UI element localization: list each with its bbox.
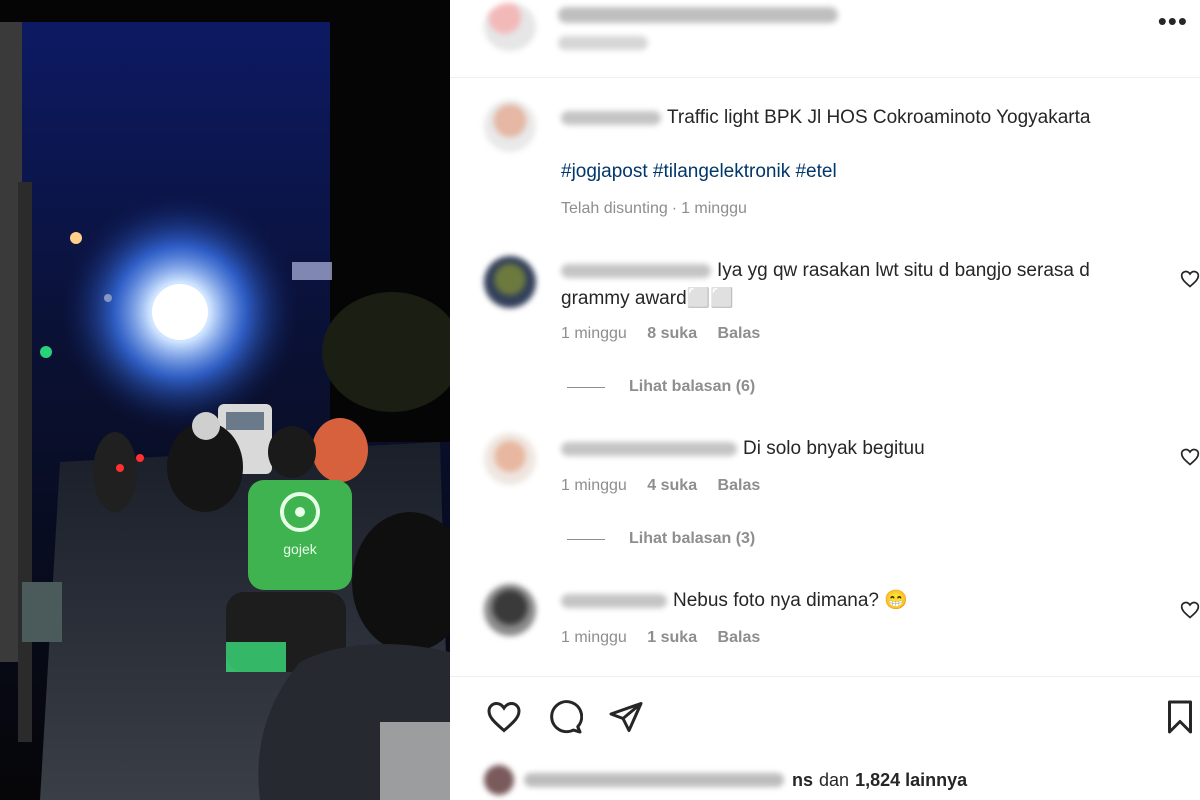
comment-icon[interactable] <box>547 699 583 735</box>
send-icon[interactable] <box>608 699 644 735</box>
author-avatar[interactable] <box>484 3 536 51</box>
traffic-scene-image: gojek <box>0 22 450 800</box>
comment-time: 1 minggu <box>561 477 627 494</box>
comment-time: 1 minggu <box>561 325 627 342</box>
reply-button[interactable]: Balas <box>718 477 761 494</box>
comment-username[interactable] <box>561 441 737 456</box>
caption-meta: Telah disunting · 1 minggu <box>561 200 763 218</box>
comment-likes[interactable]: 4 suka <box>647 477 697 494</box>
comment-username[interactable] <box>561 263 711 278</box>
comment-heart-icon[interactable] <box>1180 447 1200 467</box>
more-icon[interactable]: ••• <box>1158 8 1188 34</box>
comment-text-line: Di solo bnyak begituu <box>561 435 925 463</box>
liker-username <box>524 773 784 787</box>
meta-separator: · <box>671 200 678 217</box>
caption-time: 1 minggu <box>681 200 747 217</box>
author-username[interactable] <box>558 7 838 23</box>
liked-by-summary[interactable]: ns dan 1,824 lainnya <box>484 765 967 795</box>
caption-avatar[interactable] <box>484 100 536 152</box>
comment-avatar[interactable] <box>484 256 536 308</box>
view-replies-button[interactable]: Lihat balasan (3) <box>567 530 755 548</box>
reply-button[interactable]: Balas <box>718 325 761 342</box>
comment-time: 1 minggu <box>561 629 627 646</box>
comment-meta: 1 minggu 8 suka Balas <box>561 325 776 343</box>
comment-text: Iya yg qw rasakan lwt situ d bangjo sera… <box>717 260 1090 281</box>
reply-button[interactable]: Balas <box>718 629 761 646</box>
view-replies-button[interactable]: Lihat balasan (6) <box>567 378 755 396</box>
view-replies-label: Lihat balasan (3) <box>629 530 756 547</box>
comment-avatar[interactable] <box>484 584 536 636</box>
liker-name-suffix: ns <box>792 769 814 790</box>
edited-label: Telah disunting <box>561 200 668 217</box>
comment-heart-icon[interactable] <box>1180 600 1200 620</box>
svg-text:gojek: gojek <box>283 541 317 557</box>
comment-meta: 1 minggu 1 suka Balas <box>561 629 776 647</box>
comment-text-line2: grammy award⬜⬜ <box>561 288 734 309</box>
post-media[interactable]: gojek <box>0 0 450 800</box>
media-top-bar <box>0 0 450 22</box>
heart-icon[interactable] <box>486 699 522 735</box>
liked-by-others[interactable]: 1,824 lainnya <box>855 770 967 791</box>
comment-likes[interactable]: 1 suka <box>647 629 697 646</box>
comment-text: Nebus foto nya dimana? 😁 <box>673 590 908 611</box>
comment-text-line: Iya yg qw rasakan lwt situ d bangjo sera… <box>561 257 1090 285</box>
comment-avatar[interactable] <box>484 433 536 485</box>
liked-by-conjunction: dan <box>819 769 850 790</box>
comment-meta: 1 minggu 4 suka Balas <box>561 477 776 495</box>
comment-heart-icon[interactable] <box>1180 269 1200 289</box>
bookmark-icon[interactable] <box>1162 699 1198 735</box>
caption-hashtags[interactable]: #jogjapost #tilangelektronik #etel <box>561 161 837 183</box>
caption-username[interactable] <box>561 110 661 125</box>
author-location[interactable] <box>558 36 648 50</box>
replies-line <box>567 386 605 388</box>
view-replies-label: Lihat balasan (6) <box>629 378 756 395</box>
replies-line <box>567 538 605 540</box>
post-actions: ns dan 1,824 lainnya <box>450 676 1200 800</box>
comment-username[interactable] <box>561 593 667 608</box>
caption-text: Traffic light BPK Jl HOS Cokroaminoto Yo… <box>667 107 1091 128</box>
liker-avatar <box>484 765 514 795</box>
comment-likes[interactable]: 8 suka <box>647 325 697 342</box>
comment-text: Di solo bnyak begituu <box>743 438 925 459</box>
post-panel: ••• Traffic light BPK Jl HOS Cokroaminot… <box>450 0 1200 800</box>
comment-text-line: Nebus foto nya dimana? 😁 <box>561 587 908 615</box>
caption-text-line: Traffic light BPK Jl HOS Cokroaminoto Yo… <box>561 104 1090 132</box>
post-header: ••• <box>450 0 1200 78</box>
